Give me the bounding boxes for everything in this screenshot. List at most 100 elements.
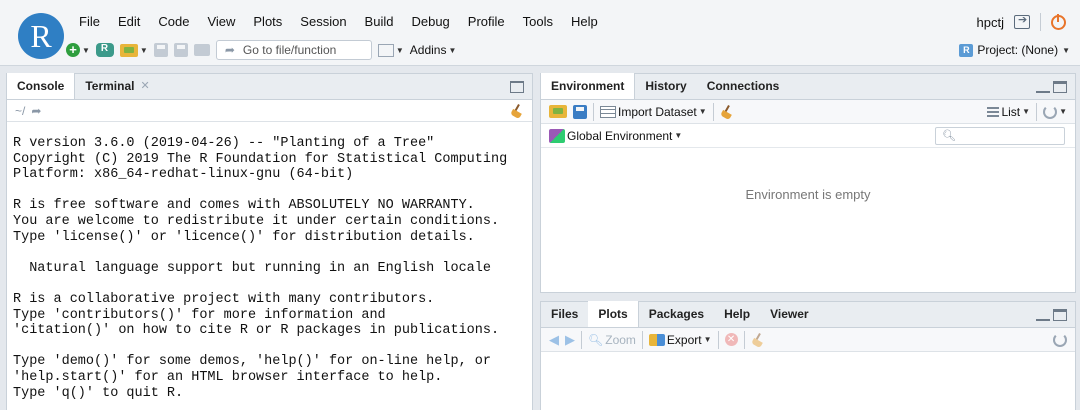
minimize-icon[interactable] xyxy=(1036,81,1050,93)
files-tabstrip: Files Plots Packages Help Viewer xyxy=(541,301,1075,328)
search-icon: 🔍︎ xyxy=(942,130,956,142)
go-to-file-input[interactable]: ➦ Go to file/function xyxy=(215,40,372,60)
view-mode-button[interactable]: List ▼ xyxy=(987,102,1030,122)
open-file-button[interactable]: ▼ xyxy=(119,40,148,60)
pane-controls xyxy=(1036,81,1067,93)
maximize-icon[interactable] xyxy=(1053,309,1067,321)
r-project-icon: R xyxy=(959,43,974,57)
menu-bar: File Edit Code View Plots Session Build … xyxy=(70,11,607,33)
addins-button[interactable]: Addins ▼ xyxy=(410,40,457,60)
tab-packages[interactable]: Packages xyxy=(639,301,714,327)
menu-profile[interactable]: Profile xyxy=(459,11,514,33)
environment-pane: Environment History Connections Import D… xyxy=(540,73,1076,293)
clear-environment-icon[interactable] xyxy=(720,105,734,119)
plots-toolbar: ◀ ▶ 🔍︎ Zoom Export ▼ ✕ xyxy=(541,328,1075,352)
maximize-icon[interactable] xyxy=(1053,81,1067,93)
global-environment-dropdown[interactable]: Global Environment ▼ xyxy=(549,126,682,146)
console-line: Type 'demo()' for some demos, 'help()' f… xyxy=(13,354,491,370)
menu-plots[interactable]: Plots xyxy=(244,11,291,33)
refresh-icon[interactable] xyxy=(1053,332,1067,347)
new-project-icon xyxy=(95,43,114,57)
refresh-button[interactable]: ▼ xyxy=(1043,102,1067,122)
list-icon xyxy=(987,106,1000,117)
environment-tabstrip: Environment History Connections xyxy=(541,73,1075,100)
menu-tools[interactable]: Tools xyxy=(514,11,562,33)
import-dataset-button[interactable]: Import Dataset ▼ xyxy=(600,102,707,122)
project-menu-button[interactable]: R Project: (None) ▼ xyxy=(959,40,1070,60)
tab-history[interactable]: History xyxy=(635,73,696,99)
divider xyxy=(712,102,714,121)
console-path-bar: ~/ ➦ xyxy=(7,100,532,122)
save-button[interactable] xyxy=(153,40,168,60)
tab-connections-label: Connections xyxy=(706,79,780,93)
menu-build[interactable]: Build xyxy=(356,11,403,33)
chevron-down-icon: ▼ xyxy=(82,45,90,55)
import-dataset-icon xyxy=(600,105,616,118)
pane-controls xyxy=(1036,309,1067,321)
menu-view[interactable]: View xyxy=(198,11,244,33)
files-pane: Files Plots Packages Help Viewer ◀ ▶ 🔍︎ … xyxy=(540,301,1076,410)
pane-layout-button[interactable]: ▼ xyxy=(377,40,404,60)
menu-code[interactable]: Code xyxy=(149,11,198,33)
top-bar: R File Edit Code View Plots Session Buil… xyxy=(0,0,1080,66)
print-button[interactable] xyxy=(193,40,210,60)
export-icon xyxy=(648,333,665,346)
save-all-icon xyxy=(173,43,188,57)
menu-edit[interactable]: Edit xyxy=(109,11,149,33)
working-directory[interactable]: ~/ xyxy=(15,104,25,118)
forward-arrow-icon[interactable]: ▶ xyxy=(565,332,575,348)
save-all-button[interactable] xyxy=(173,40,188,60)
tab-plots-label: Plots xyxy=(598,307,628,321)
environment-search-input[interactable]: 🔍︎ xyxy=(935,127,1065,145)
go-to-directory-icon[interactable]: ➦ xyxy=(31,104,41,118)
go-to-placeholder: Go to file/function xyxy=(242,43,337,57)
menu-help[interactable]: Help xyxy=(562,11,607,33)
remove-plot-icon[interactable]: ✕ xyxy=(724,333,738,346)
divider xyxy=(641,330,643,349)
load-workspace-icon[interactable] xyxy=(549,105,567,118)
clear-console-icon[interactable] xyxy=(510,104,524,118)
quit-session-icon[interactable] xyxy=(1051,13,1066,30)
console-line: Type 'q()' to quit R. xyxy=(13,385,184,401)
tab-files[interactable]: Files xyxy=(541,301,588,327)
environment-toolbar: Import Dataset ▼ List ▼ ▼ xyxy=(541,100,1075,124)
tab-connections[interactable]: Connections xyxy=(697,73,790,99)
addins-label: Addins xyxy=(409,43,447,57)
new-project-button[interactable] xyxy=(95,40,114,60)
close-icon[interactable]: ✕ xyxy=(140,73,149,99)
tab-console[interactable]: Console xyxy=(7,73,76,99)
tab-terminal[interactable]: Terminal ✕ xyxy=(75,73,159,99)
divider xyxy=(1036,102,1038,121)
console-output[interactable]: R version 3.6.0 (2019-04-26) -- "Plantin… xyxy=(13,136,528,401)
menu-session[interactable]: Session xyxy=(291,11,355,33)
export-button[interactable]: Export ▼ xyxy=(648,330,712,350)
zoom-button[interactable]: 🔍︎ Zoom xyxy=(588,330,636,350)
console-line: You are welcome to redistribute it under… xyxy=(13,213,500,229)
zoom-label: Zoom xyxy=(605,332,636,347)
menu-file[interactable]: File xyxy=(70,11,109,33)
chevron-down-icon: ▼ xyxy=(139,45,148,55)
tab-console-label: Console xyxy=(17,79,65,93)
new-file-button[interactable]: + ▼ xyxy=(66,40,90,60)
back-arrow-icon[interactable]: ◀ xyxy=(549,332,559,348)
minimize-icon[interactable] xyxy=(1036,309,1050,321)
folder-open-icon xyxy=(119,43,138,57)
sign-out-icon[interactable] xyxy=(1014,13,1030,29)
save-workspace-icon[interactable] xyxy=(573,104,587,119)
tab-plots[interactable]: Plots xyxy=(588,301,639,327)
menu-debug[interactable]: Debug xyxy=(402,11,458,33)
tab-environment[interactable]: Environment xyxy=(541,73,636,99)
tab-help[interactable]: Help xyxy=(714,301,760,327)
chevron-down-icon: ▼ xyxy=(1022,107,1031,116)
view-mode-label: List xyxy=(1001,104,1021,119)
clear-plots-icon[interactable] xyxy=(751,333,765,347)
tab-viewer[interactable]: Viewer xyxy=(760,301,818,327)
maximize-icon[interactable] xyxy=(510,81,524,93)
pane-controls xyxy=(510,81,524,93)
global-environment-label: Global Environment xyxy=(567,128,673,143)
console-line: Type 'license()' or 'licence()' for dist… xyxy=(13,229,475,245)
chevron-down-icon: ▼ xyxy=(703,335,712,344)
main-toolbar: + ▼ ▼ ➦ Go to file/function xyxy=(66,38,456,62)
